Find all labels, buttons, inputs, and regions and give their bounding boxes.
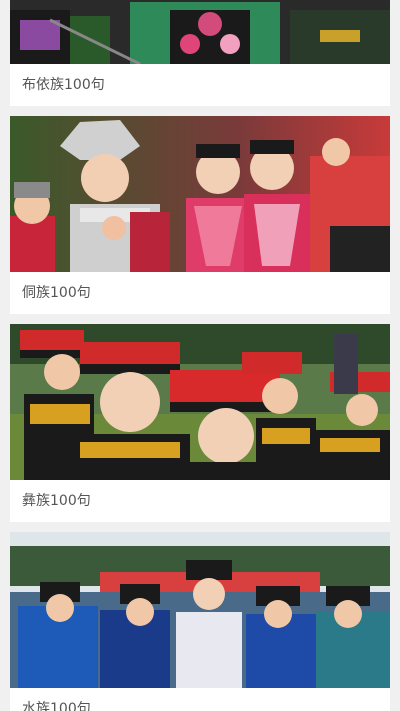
article-feed[interactable]: 布依族100句 侗族100句 彝族100句 水族100句 [0,0,400,711]
article-card-buyi[interactable]: 布依族100句 [10,0,390,106]
dong-photo[interactable] [10,116,390,272]
yi-photo[interactable] [10,324,390,480]
card-title-dong[interactable]: 侗族100句 [10,272,390,314]
article-card-shui[interactable]: 水族100句 [10,532,390,711]
shui-photo[interactable] [10,532,390,688]
card-title-shui[interactable]: 水族100句 [10,688,390,711]
card-title-buyi[interactable]: 布依族100句 [10,64,390,106]
article-card-yi[interactable]: 彝族100句 [10,324,390,522]
buyi-photo[interactable] [10,0,390,64]
card-title-yi[interactable]: 彝族100句 [10,480,390,522]
article-card-dong[interactable]: 侗族100句 [10,116,390,314]
